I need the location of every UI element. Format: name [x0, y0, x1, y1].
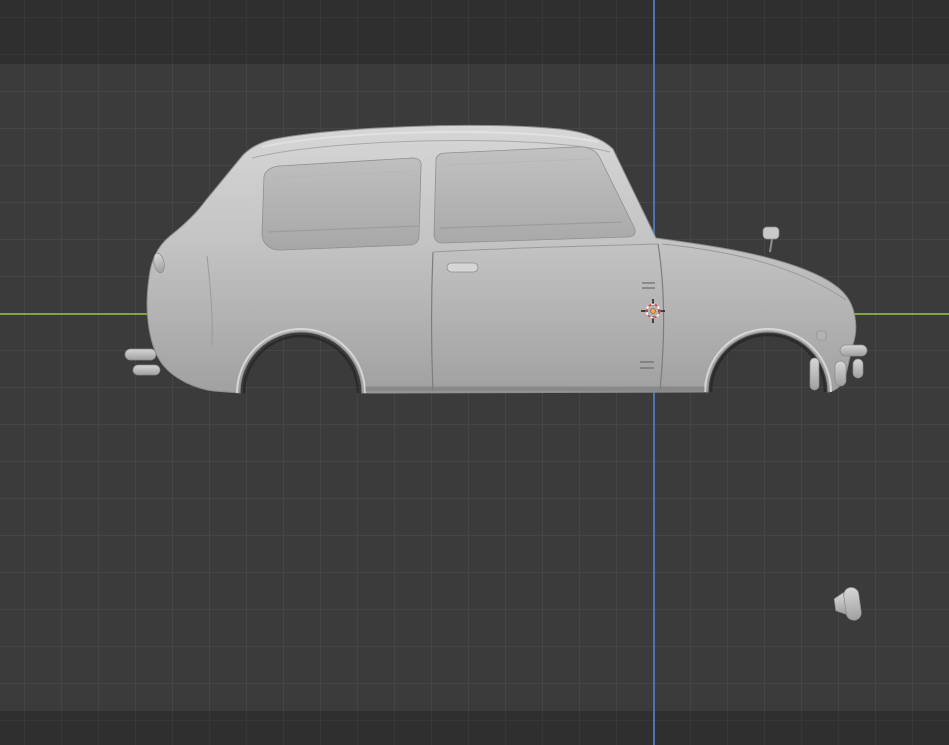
car-body-model[interactable] — [125, 125, 867, 393]
front-overrider-left — [835, 361, 846, 386]
scene-canvas[interactable] — [0, 0, 949, 745]
front-overrider-right — [853, 359, 863, 378]
mirror-part-head — [843, 586, 862, 621]
wing-mirror-part[interactable] — [833, 586, 862, 622]
rear-bumper-bar-lower — [133, 365, 160, 375]
front-bumper-bracket — [817, 331, 826, 340]
viewport-3d[interactable] — [0, 0, 949, 745]
front-arch-strut — [810, 358, 819, 390]
rear-bumper-bar-upper — [125, 349, 156, 360]
door-mirror-stalk — [770, 239, 772, 252]
object-origin-dot — [651, 309, 656, 314]
door-mirror-head — [763, 227, 779, 239]
door-handle — [447, 263, 478, 272]
front-bumper-bar — [840, 345, 867, 356]
